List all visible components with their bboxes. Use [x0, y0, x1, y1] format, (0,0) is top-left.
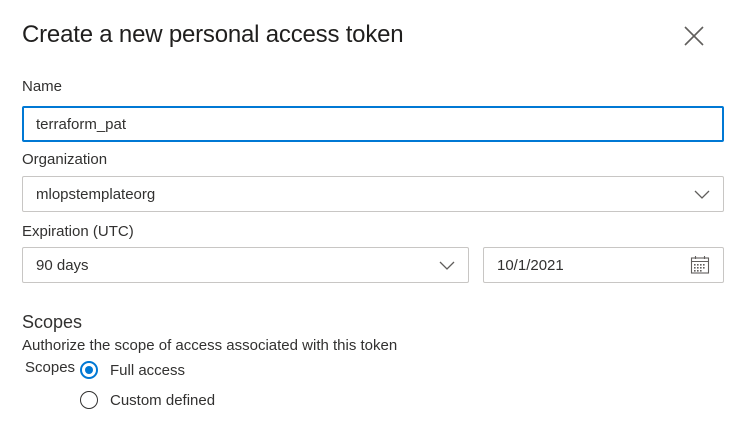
scopes-heading: Scopes — [22, 312, 83, 332]
radio-custom-defined[interactable]: Custom defined — [80, 391, 215, 409]
dialog-title: Create a new personal access token — [22, 21, 404, 48]
close-icon — [684, 26, 704, 46]
scopes-description: Authorize the scope of access associated… — [22, 337, 398, 354]
radio-checked-icon — [80, 361, 98, 379]
create-token-dialog: Create a new personal access token Name … — [0, 0, 746, 426]
expiration-duration-dropdown[interactable]: 90 days — [22, 247, 469, 283]
radio-unchecked-icon — [80, 391, 98, 409]
name-label: Name — [22, 78, 63, 95]
scopes-radio-group-label: Scopes — [25, 359, 76, 376]
close-button[interactable] — [680, 22, 708, 50]
radio-custom-defined-label: Custom defined — [110, 391, 216, 409]
name-input[interactable]: terraform_pat — [22, 106, 724, 142]
calendar-icon[interactable] — [690, 255, 710, 275]
expiration-label: Expiration (UTC) — [22, 223, 134, 240]
organization-label: Organization — [22, 151, 108, 168]
expiration-duration-value: 90 days — [36, 256, 89, 274]
radio-full-access-label: Full access — [110, 361, 186, 379]
radio-full-access[interactable]: Full access — [80, 361, 185, 379]
chevron-down-icon — [694, 190, 710, 199]
expiration-date-picker[interactable]: 10/1/2021 — [483, 247, 724, 283]
organization-dropdown-value: mlopstemplateorg — [36, 185, 156, 203]
chevron-down-icon — [439, 261, 455, 270]
organization-dropdown[interactable]: mlopstemplateorg — [22, 176, 724, 212]
name-input-value: terraform_pat — [36, 115, 127, 133]
